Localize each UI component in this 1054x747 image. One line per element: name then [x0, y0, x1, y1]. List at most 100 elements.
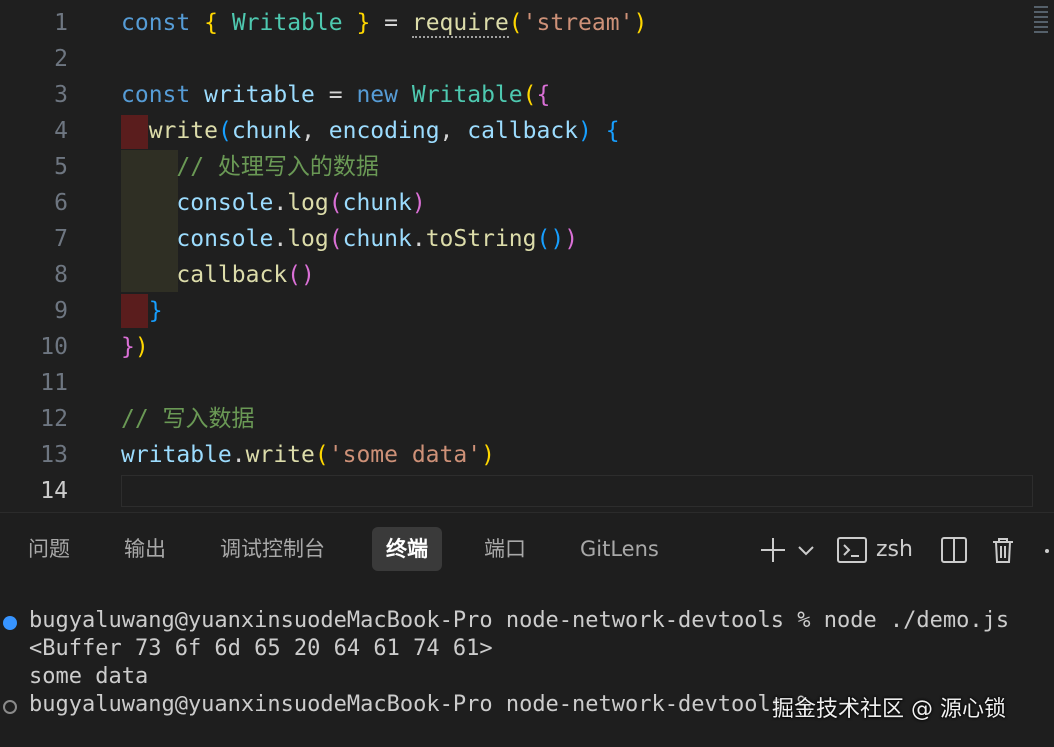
- tab-terminal[interactable]: 终端: [372, 527, 442, 571]
- tab-ports[interactable]: 端口: [470, 527, 540, 571]
- terminal-line: bugyaluwang@yuanxinsuodeMacBook-Pro node…: [29, 608, 1010, 633]
- code-token: 'stream': [522, 10, 634, 36]
- code-token: .: [411, 226, 426, 252]
- trash-icon[interactable]: [990, 535, 1016, 565]
- code-text: }): [121, 329, 149, 365]
- code-line[interactable]: 7 console.log(chunk.toString()): [0, 221, 1040, 257]
- code-token: 'some data': [328, 442, 482, 468]
- line-number: 5: [54, 154, 68, 180]
- code-line[interactable]: 9 }: [0, 293, 1040, 329]
- code-token: // 处理写入的数据: [176, 154, 379, 180]
- code-editor[interactable]: 1 const { Writable } = require('stream') 2…: [0, 0, 1054, 510]
- code-token: chunk: [342, 190, 412, 216]
- code-token: callback: [176, 262, 288, 288]
- code-text: callback(): [121, 257, 315, 293]
- code-line[interactable]: 6 console.log(chunk): [0, 185, 1040, 221]
- code-token: (: [217, 118, 232, 144]
- code-token: (: [508, 10, 523, 36]
- plus-icon[interactable]: [758, 535, 788, 565]
- code-token: (: [328, 226, 343, 252]
- code-token: Writable: [411, 82, 523, 108]
- code-token: writable: [204, 82, 315, 108]
- code-token: ): [134, 334, 149, 360]
- code-token: new: [356, 82, 398, 108]
- line-number: 8: [54, 262, 68, 288]
- minimap[interactable]: [1034, 6, 1048, 46]
- code-line[interactable]: 2: [0, 41, 1040, 77]
- code-token: const: [121, 10, 191, 36]
- code-line[interactable]: 14: [0, 473, 1040, 509]
- shell-name[interactable]: zsh: [876, 535, 913, 565]
- code-line[interactable]: 5 // 处理写入的数据: [0, 149, 1040, 185]
- code-token: =: [370, 10, 412, 36]
- code-token: writable: [121, 442, 232, 468]
- code-line[interactable]: 10}): [0, 329, 1040, 365]
- code-line[interactable]: 1 const { Writable } = require('stream'): [0, 5, 1040, 41]
- code-text: console.log(chunk): [121, 185, 426, 221]
- more-icon[interactable]: [1040, 535, 1054, 565]
- line-number: 10: [40, 334, 68, 360]
- code-token: const: [121, 82, 191, 108]
- split-icon[interactable]: [940, 535, 968, 565]
- line-number: 7: [54, 226, 68, 252]
- code-token: (: [314, 442, 329, 468]
- tab-debug-console[interactable]: 调试控制台: [206, 527, 339, 571]
- tab-problems[interactable]: 问题: [14, 527, 84, 571]
- code-token: ): [301, 262, 315, 288]
- line-number: 6: [54, 190, 68, 216]
- code-token: ): [481, 442, 495, 468]
- code-text: const writable = new Writable({: [121, 77, 550, 113]
- chevron-down-icon[interactable]: [796, 535, 816, 565]
- code-line[interactable]: 12 // 写入数据: [0, 401, 1040, 437]
- code-token: {: [204, 10, 218, 36]
- tab-gitlens[interactable]: GitLens: [566, 527, 673, 571]
- code-line[interactable]: 13 writable.write('some data'): [0, 437, 1040, 473]
- line-number: 14: [40, 478, 68, 504]
- terminal-icon[interactable]: [836, 535, 868, 565]
- code-token: toString: [425, 226, 537, 252]
- code-token: write: [148, 118, 218, 144]
- code-token: (: [287, 262, 302, 288]
- code-token: .: [273, 226, 288, 252]
- code-token: }: [148, 298, 163, 324]
- line-number: 2: [54, 46, 68, 72]
- code-token: }: [356, 10, 371, 36]
- code-line[interactable]: 4 write(chunk, encoding, callback) {: [0, 113, 1040, 149]
- code-line[interactable]: 11: [0, 365, 1040, 401]
- terminal-line: some data: [29, 664, 149, 689]
- code-token: log: [287, 226, 329, 252]
- code-token: ,: [301, 118, 329, 144]
- code-token: (: [522, 82, 537, 108]
- code-text: console.log(chunk.toString()): [121, 221, 578, 257]
- code-token: ): [578, 118, 592, 144]
- code-token: {: [605, 118, 620, 144]
- code-line[interactable]: 3 const writable = new Writable({: [0, 77, 1040, 113]
- code-token: write: [245, 442, 315, 468]
- code-token: chunk: [342, 226, 412, 252]
- code-token: ): [411, 190, 426, 216]
- terminal-prompt-line: bugyaluwang@yuanxinsuodeMacBook-Pro node…: [29, 692, 824, 717]
- code-text: // 写入数据: [121, 401, 255, 437]
- code-token: // 写入数据: [121, 406, 255, 432]
- code-token: =: [314, 82, 357, 108]
- line-number: 9: [54, 298, 68, 324]
- code-token: (: [328, 190, 343, 216]
- line-number: 4: [54, 118, 68, 144]
- code-text: // 处理写入的数据: [121, 149, 379, 185]
- code-line[interactable]: 8 callback(): [0, 257, 1040, 293]
- line-number: 1: [54, 10, 68, 36]
- code-token: .: [273, 190, 288, 216]
- code-token: console: [176, 190, 274, 216]
- code-text: }: [121, 293, 163, 329]
- code-token: log: [287, 190, 329, 216]
- tab-output[interactable]: 输出: [110, 527, 180, 571]
- code-token: }: [121, 334, 135, 360]
